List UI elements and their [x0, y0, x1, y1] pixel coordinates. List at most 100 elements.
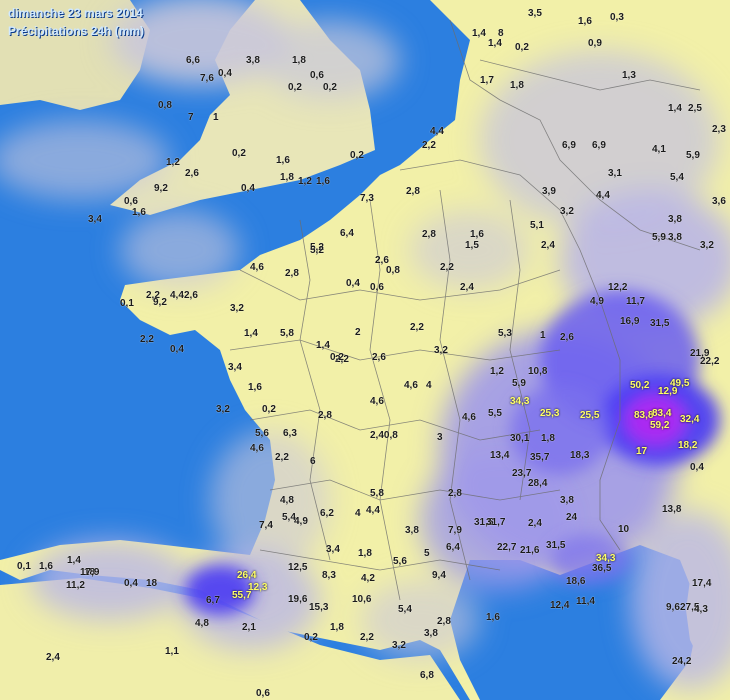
- station-value: 17: [636, 446, 648, 457]
- station-value: 5,8: [280, 328, 294, 339]
- station-value: 0,3: [610, 12, 624, 23]
- station-value: 3,8: [405, 525, 419, 536]
- station-value: 2,8: [422, 229, 436, 240]
- station-value: 6,4: [446, 542, 460, 553]
- station-value: 17,4: [692, 578, 712, 589]
- station-value: 1,6: [276, 155, 290, 166]
- station-value: 50,2: [630, 380, 650, 391]
- station-value: 25,5: [580, 410, 600, 421]
- station-value: 7: [188, 112, 194, 123]
- station-value: 2,2: [360, 632, 374, 643]
- station-value: 3: [437, 432, 443, 443]
- station-value: 2,2: [422, 140, 436, 151]
- station-value: 3,4: [88, 214, 102, 225]
- station-value: 9,6: [666, 602, 680, 613]
- station-value: 4,6: [370, 396, 384, 407]
- station-value: 6,7: [206, 595, 220, 606]
- station-value: 15,3: [309, 602, 329, 613]
- station-value: 3,2: [560, 206, 574, 217]
- station-value: 1,4: [67, 555, 81, 566]
- station-value: 3,2: [216, 404, 230, 415]
- station-value: 2,2: [140, 334, 154, 345]
- station-value: 0,6: [310, 70, 324, 81]
- station-value: 18,6: [566, 576, 586, 587]
- precipitation-map: dimanche 23 mars 2014 Précipitations 24h…: [0, 0, 730, 700]
- station-value: 22,2: [700, 356, 720, 367]
- station-value: 2,40,8: [370, 430, 398, 441]
- station-value: 3,2: [434, 345, 448, 356]
- station-value: 4,4: [596, 190, 610, 201]
- station-value: 4,9: [294, 516, 308, 527]
- station-value: 2,3: [712, 124, 726, 135]
- station-value: 0,2: [350, 150, 364, 161]
- station-value: 2,8: [437, 616, 451, 627]
- station-value: 55,7: [232, 590, 252, 601]
- station-value: 0,9: [588, 38, 602, 49]
- station-value: 12,4: [550, 600, 570, 611]
- station-value: 31,5: [650, 318, 670, 329]
- station-value: 4: [426, 380, 432, 391]
- station-value: 5,9: [512, 378, 526, 389]
- station-value: 3,8: [246, 55, 260, 66]
- station-value: 3,5: [528, 8, 542, 19]
- station-value: 13,8: [662, 504, 682, 515]
- station-value: 2,2: [410, 322, 424, 333]
- map-product-title: Précipitations 24h (mm): [8, 24, 145, 38]
- station-value: 5,4: [398, 604, 412, 615]
- station-value: 2,4: [460, 282, 474, 293]
- station-value: 7,6: [200, 73, 214, 84]
- station-value: 9,2: [154, 183, 168, 194]
- station-value: 4,6: [250, 262, 264, 273]
- station-value: 3,2: [230, 303, 244, 314]
- station-value: 8,3: [322, 570, 336, 581]
- station-value: 4,3: [694, 604, 708, 615]
- station-value: 35,7: [530, 452, 550, 463]
- station-value: 9,2: [153, 297, 167, 308]
- station-value: 1,6: [248, 382, 262, 393]
- station-value: 4,8: [195, 618, 209, 629]
- station-value: 16,9: [620, 316, 640, 327]
- station-value: 4,6: [404, 380, 418, 391]
- station-value: 1,8: [510, 80, 524, 91]
- station-value: 32,4: [680, 414, 700, 425]
- station-value: 5,9: [652, 232, 666, 243]
- station-value: 3,8: [668, 232, 682, 243]
- station-value: 1,2: [490, 366, 504, 377]
- station-value: 0,6: [370, 282, 384, 293]
- station-value: 3,4: [326, 544, 340, 555]
- station-value: 19,6: [288, 594, 308, 605]
- station-value: 2,8: [285, 268, 299, 279]
- station-value: 7,3: [360, 193, 374, 204]
- station-value: 21,6: [520, 545, 540, 556]
- station-value: 2,6: [185, 168, 199, 179]
- station-value: 6,9: [562, 140, 576, 151]
- station-value: 2,4: [528, 518, 542, 529]
- station-value: 1,6: [132, 207, 146, 218]
- station-value: 24,2: [672, 656, 692, 667]
- station-value: 12,2: [608, 282, 628, 293]
- station-value: 0,2: [515, 42, 529, 53]
- station-value: 1,5: [465, 240, 479, 251]
- station-value: 1,6: [470, 229, 484, 240]
- station-value: 4,6: [462, 412, 476, 423]
- station-value: 6,8: [420, 670, 434, 681]
- station-value: 2,8: [318, 410, 332, 421]
- station-value: 0,4: [690, 462, 704, 473]
- station-value: 4,9: [590, 296, 604, 307]
- station-value: 10,8: [528, 366, 548, 377]
- station-value: 2,6: [184, 290, 198, 301]
- station-value: 0,1: [17, 561, 31, 572]
- station-value: 0,1: [120, 298, 134, 309]
- station-value: 18,3: [570, 450, 590, 461]
- station-value: 0,2: [288, 82, 302, 93]
- station-value: 59,2: [650, 420, 670, 431]
- station-value: 9,4: [432, 570, 446, 581]
- station-value: 49,5: [670, 378, 690, 389]
- station-value: 1: [213, 112, 219, 123]
- station-value: 5,1: [530, 220, 544, 231]
- station-value: 0,4: [218, 68, 232, 79]
- station-value: 6,9: [592, 140, 606, 151]
- station-value: 2,2: [440, 262, 454, 273]
- station-value: 11,2: [66, 580, 85, 591]
- station-value: 4,2: [361, 573, 375, 584]
